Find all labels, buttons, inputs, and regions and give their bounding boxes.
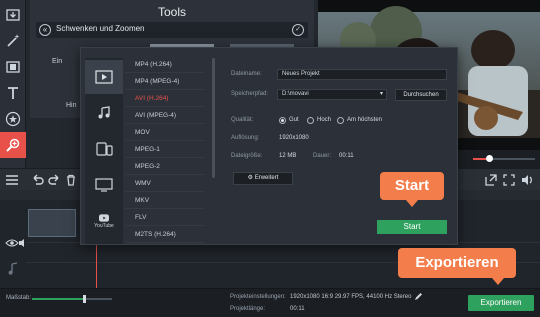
quality-radio-good[interactable] xyxy=(279,117,286,124)
name-field[interactable]: Neues Projekt xyxy=(277,69,447,80)
preset-label: Ein xyxy=(52,58,63,65)
advanced-button[interactable]: ⚙ Erweitert xyxy=(233,172,293,185)
redo-icon[interactable] xyxy=(48,173,62,187)
export-callout-text: Exportieren xyxy=(415,254,499,271)
tv-icon[interactable] xyxy=(85,168,123,202)
path-field[interactable]: D:\movavi ▾ xyxy=(277,89,387,100)
format-item[interactable]: MPEG-2 xyxy=(125,158,205,175)
volume-icon[interactable] xyxy=(520,173,534,187)
tool-sidebar xyxy=(0,0,26,190)
popout-icon[interactable] xyxy=(484,173,498,187)
format-item[interactable]: MP4 (H.264) xyxy=(125,56,205,73)
path-value: D:\movavi xyxy=(282,91,309,97)
project-settings-label: Projekteinstellungen: xyxy=(230,294,286,300)
format-item[interactable]: WMV xyxy=(125,175,205,192)
format-item[interactable]: AVI (MPEG-4) xyxy=(125,107,205,124)
gear-icon: ⚙ xyxy=(247,175,255,181)
pan-zoom-header: « Schwenken und Zoomen ✓ xyxy=(36,22,308,38)
film-icon[interactable] xyxy=(0,54,26,80)
project-length-value: 00:11 xyxy=(290,306,305,312)
text-icon[interactable] xyxy=(0,80,26,106)
devices-icon[interactable] xyxy=(85,132,123,166)
speaker-icon[interactable] xyxy=(18,238,28,248)
export-categories: YouTube xyxy=(85,58,123,244)
project-settings-value: 1920x1080 16:9 29.97 FPS, 44100 Hz Stere… xyxy=(290,294,412,300)
scale-fill xyxy=(32,298,84,300)
edit-pencil-icon[interactable] xyxy=(414,292,423,301)
resolution-value: 1920x1080 xyxy=(279,135,309,141)
eye-icon[interactable] xyxy=(5,238,19,248)
size-value: 12 MB xyxy=(279,153,297,159)
scale-slider[interactable] xyxy=(32,295,112,303)
format-item[interactable]: MP4 (MPEG-4) xyxy=(125,73,205,90)
pan-zoom-icon[interactable] xyxy=(0,132,26,158)
fullscreen-icon[interactable] xyxy=(502,173,516,187)
back-icon[interactable]: « xyxy=(39,24,51,36)
callout-tail xyxy=(492,278,504,285)
menu-icon[interactable] xyxy=(4,173,20,187)
format-item[interactable]: MKV xyxy=(125,192,205,209)
movavi-editor-window: Tools « Schwenken und Zoomen ✓ Ein Hin M… xyxy=(0,0,540,317)
quality-radio-highest[interactable] xyxy=(337,117,344,124)
project-length-label: Projektlänge: xyxy=(230,306,266,312)
name-label: Dateiname: xyxy=(231,71,262,77)
quality-option-good: Gut xyxy=(289,117,299,123)
advanced-label: Erweitert xyxy=(254,175,279,181)
format-item[interactable]: MPEG-1 xyxy=(125,141,205,158)
import-icon[interactable] xyxy=(0,2,26,28)
tools-title: Tools xyxy=(157,5,186,19)
magic-wand-icon[interactable] xyxy=(0,28,26,54)
quality-label: Qualität: xyxy=(231,117,254,123)
format-item[interactable]: FLV xyxy=(125,209,205,226)
resolution-label: Auflösung: xyxy=(231,135,260,141)
music-icon xyxy=(8,262,18,275)
size-label: Dateigröße: xyxy=(231,153,263,159)
duration-value: 00:11 xyxy=(339,153,354,159)
status-bar: Maßstab: Projekteinstellungen: 1920x1080… xyxy=(0,288,540,317)
format-item[interactable]: MOV xyxy=(125,124,205,141)
export-button[interactable]: Exportieren xyxy=(468,295,534,311)
start-callout-text: Start xyxy=(394,177,430,194)
preset-button[interactable]: Hin xyxy=(66,102,77,109)
export-dialog: YouTube MP4 (H.264) MP4 (MPEG-4) AVI (H.26… xyxy=(80,47,458,245)
quality-radio-high[interactable] xyxy=(307,117,314,124)
format-scrollbar[interactable] xyxy=(212,58,215,178)
youtube-icon[interactable]: YouTube xyxy=(85,204,123,238)
audio-icon[interactable] xyxy=(85,96,123,130)
duration-label: Dauer: xyxy=(313,153,332,159)
scale-knob[interactable] xyxy=(83,295,86,303)
quality-option-highest: Am höchsten xyxy=(347,117,383,123)
format-list: MP4 (H.264) MP4 (MPEG-4) AVI (H.264) AVI (M… xyxy=(125,56,207,244)
undo-icon[interactable] xyxy=(30,173,44,187)
path-label: Speicherpfad: xyxy=(231,91,269,97)
start-button[interactable]: Start xyxy=(377,220,447,234)
dropdown-icon[interactable]: ▾ xyxy=(380,90,383,99)
format-item[interactable]: AVI (H.264) xyxy=(125,90,205,107)
callout-tail xyxy=(406,200,418,207)
format-item[interactable]: M2TS (H.264) xyxy=(125,226,205,243)
seek-slider[interactable] xyxy=(473,155,535,162)
delete-icon[interactable] xyxy=(64,173,78,187)
start-callout: Start xyxy=(380,172,444,207)
confirm-icon[interactable]: ✓ xyxy=(292,24,304,36)
export-callout: Exportieren xyxy=(398,248,516,285)
pan-zoom-label: Schwenken und Zoomen xyxy=(56,24,145,33)
seek-knob[interactable] xyxy=(485,155,493,162)
star-icon[interactable] xyxy=(0,106,26,132)
youtube-label: YouTube xyxy=(94,223,114,229)
quality-option-high: Hoch xyxy=(317,117,332,123)
video-clip[interactable] xyxy=(28,209,76,237)
browse-button[interactable]: Durchsuchen xyxy=(395,89,447,101)
scale-label: Maßstab: xyxy=(6,295,32,301)
video-icon[interactable] xyxy=(85,60,123,94)
